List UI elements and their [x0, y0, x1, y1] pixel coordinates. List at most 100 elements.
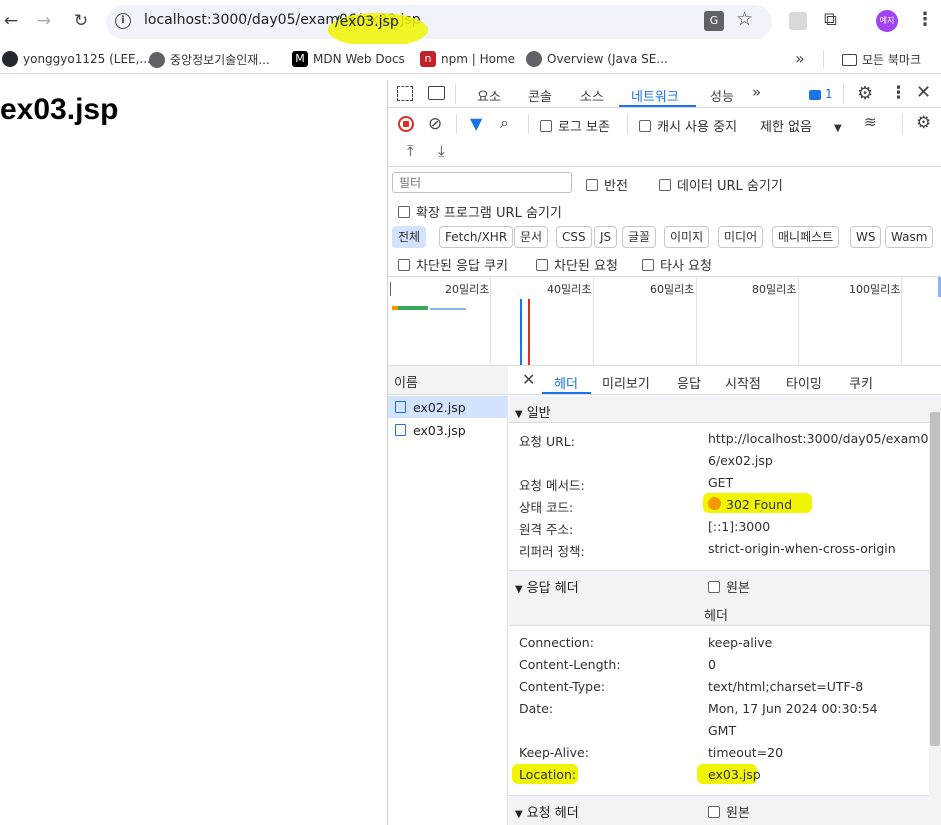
close-devtools-icon[interactable]: ✕	[916, 82, 931, 103]
url-highlight-text: /ex03.jsp	[335, 14, 399, 30]
document-icon	[395, 424, 406, 436]
bookmark-item[interactable]: M MDN Web Docs	[292, 51, 405, 67]
tab-elements[interactable]: 요소	[477, 86, 501, 105]
site-info-icon[interactable]: i	[115, 13, 131, 29]
settings-gear-icon[interactable]: ⚙	[857, 83, 873, 104]
extension-icon[interactable]	[789, 12, 807, 30]
clear-icon[interactable]: ⊘	[428, 114, 442, 134]
triangle-down-icon: ▼	[515, 809, 523, 820]
filter-input[interactable]	[392, 172, 572, 193]
type-chip-doc[interactable]: 문서	[514, 226, 549, 248]
devtools-menu-icon[interactable]: ⋮	[890, 83, 907, 103]
name-column-header[interactable]: 이름	[394, 372, 418, 391]
type-chip-fetch-xhr[interactable]: Fetch/XHR	[439, 226, 514, 248]
profile-avatar[interactable]: 예지	[876, 10, 898, 32]
divider	[843, 84, 844, 104]
raw-checkbox[interactable]: 원본	[708, 802, 750, 821]
detail-tab-timing[interactable]: 타이밍	[786, 373, 822, 392]
header-key: Date:	[519, 701, 554, 716]
detail-tab-headers[interactable]: 헤더	[554, 373, 578, 392]
type-chip-manifest[interactable]: 매니페스트	[772, 226, 840, 248]
invert-checkbox[interactable]: 반전	[586, 175, 628, 194]
type-chip-font[interactable]: 글꼴	[622, 226, 657, 248]
all-bookmarks-button[interactable]: 모든 북마크	[842, 51, 921, 68]
status-code-value: 302 Found	[726, 497, 793, 512]
header-value: timeout=20	[708, 745, 784, 760]
bookmarks-overflow-button[interactable]: »	[795, 49, 805, 68]
hide-data-urls-checkbox[interactable]: 데이터 URL 숨기기	[659, 175, 783, 194]
request-headers-title[interactable]: ▼ 요청 헤더	[515, 802, 579, 821]
raw-checkbox[interactable]: 원본	[708, 577, 750, 596]
throttling-select[interactable]: 제한 없음 ▼	[760, 116, 842, 135]
reload-icon[interactable]: ↻	[70, 10, 92, 32]
general-section-title[interactable]: ▼ 일반	[515, 402, 551, 421]
type-chip-image[interactable]: 이미지	[664, 226, 710, 248]
divider	[456, 114, 457, 134]
timeline-start-marker	[390, 282, 391, 296]
extensions-puzzle-icon[interactable]: ⧉	[824, 9, 837, 30]
messages-icon[interactable]	[809, 90, 821, 100]
detail-tab-initiator[interactable]: 시작점	[725, 373, 761, 392]
import-har-icon[interactable]: ⤒	[407, 142, 414, 160]
blocked-requests-checkbox[interactable]: 차단된 요청	[536, 255, 618, 274]
request-bar	[430, 308, 466, 310]
tab-performance[interactable]: 성능	[710, 86, 734, 105]
github-icon	[2, 51, 18, 67]
device-toolbar-icon[interactable]	[428, 86, 445, 100]
type-chip-wasm[interactable]: Wasm	[885, 226, 934, 248]
type-chip-ws[interactable]: WS	[850, 226, 882, 248]
request-name[interactable]: ex03.jsp	[413, 423, 466, 438]
status-dot-icon	[708, 497, 721, 510]
response-headers-title[interactable]: ▼ 응답 헤더	[515, 577, 579, 596]
header-value: strict-origin-when-cross-origin	[708, 541, 896, 556]
disable-cache-checkbox[interactable]: 캐시 사용 중지	[639, 116, 737, 135]
header-value: [::1]:3000	[708, 519, 771, 534]
third-party-checkbox[interactable]: 타사 요청	[642, 255, 712, 274]
blocked-cookies-checkbox[interactable]: 차단된 응답 쿠키	[398, 255, 508, 274]
header-key: 원격 주소:	[519, 522, 574, 537]
translate-icon[interactable]: G	[704, 11, 724, 31]
general-section-header[interactable]	[509, 396, 929, 423]
header-key: Connection:	[519, 635, 594, 650]
bookmark-star-icon[interactable]: ☆	[736, 8, 753, 30]
type-chip-media[interactable]: 미디어	[718, 226, 764, 248]
header-key: 리퍼러 정책:	[519, 544, 585, 559]
divider	[455, 84, 456, 104]
preserve-log-checkbox[interactable]: 로그 보존	[540, 116, 610, 135]
detail-tab-response[interactable]: 응답	[677, 373, 701, 392]
back-icon[interactable]: ←	[0, 10, 22, 32]
tab-network[interactable]: 네트워크	[631, 86, 679, 105]
hide-extension-urls-checkbox[interactable]: 확장 프로그램 URL 숨기기	[398, 202, 562, 221]
filter-icon[interactable]: ▼	[470, 114, 482, 133]
close-detail-icon[interactable]: ✕	[522, 370, 535, 389]
request-name[interactable]: ex02.jsp	[413, 400, 466, 415]
bookmark-item[interactable]: 중앙정보기술인재...	[149, 51, 270, 68]
network-conditions-icon[interactable]: ≋	[864, 113, 877, 131]
globe-icon	[149, 51, 165, 68]
detail-tab-preview[interactable]: 미리보기	[602, 373, 650, 392]
messages-count[interactable]: 1	[825, 87, 833, 101]
bookmark-item[interactable]: n npm | Home	[420, 51, 515, 67]
type-chip-all[interactable]: 전체	[392, 226, 427, 248]
grid-line	[696, 277, 697, 365]
inspect-element-icon[interactable]	[397, 86, 413, 101]
bookmark-item[interactable]: yonggyo1125 (LEE,...	[2, 51, 151, 67]
divider	[823, 50, 824, 68]
scrollbar-thumb[interactable]	[930, 412, 940, 746]
type-chip-js[interactable]: JS	[594, 226, 618, 248]
document-icon	[395, 401, 406, 413]
search-icon[interactable]: ⌕	[500, 113, 509, 133]
menu-kebab-icon[interactable]: ⋮	[916, 9, 934, 30]
bookmark-item[interactable]: Overview (Java SE...	[526, 51, 668, 67]
header-value: text/html;charset=UTF-8	[708, 679, 864, 694]
forward-icon[interactable]: →	[33, 10, 55, 32]
type-chip-css[interactable]: CSS	[556, 226, 592, 248]
detail-tab-cookies[interactable]: 쿠키	[849, 373, 873, 392]
more-tabs-button[interactable]: »	[752, 83, 761, 101]
record-stop-icon[interactable]	[398, 116, 414, 132]
tab-console[interactable]: 콘솔	[528, 86, 552, 105]
network-settings-gear-icon[interactable]: ⚙	[916, 113, 931, 133]
export-har-icon[interactable]: ⤓	[438, 142, 445, 160]
tab-sources[interactable]: 소스	[580, 86, 604, 105]
npm-icon: n	[420, 51, 436, 67]
